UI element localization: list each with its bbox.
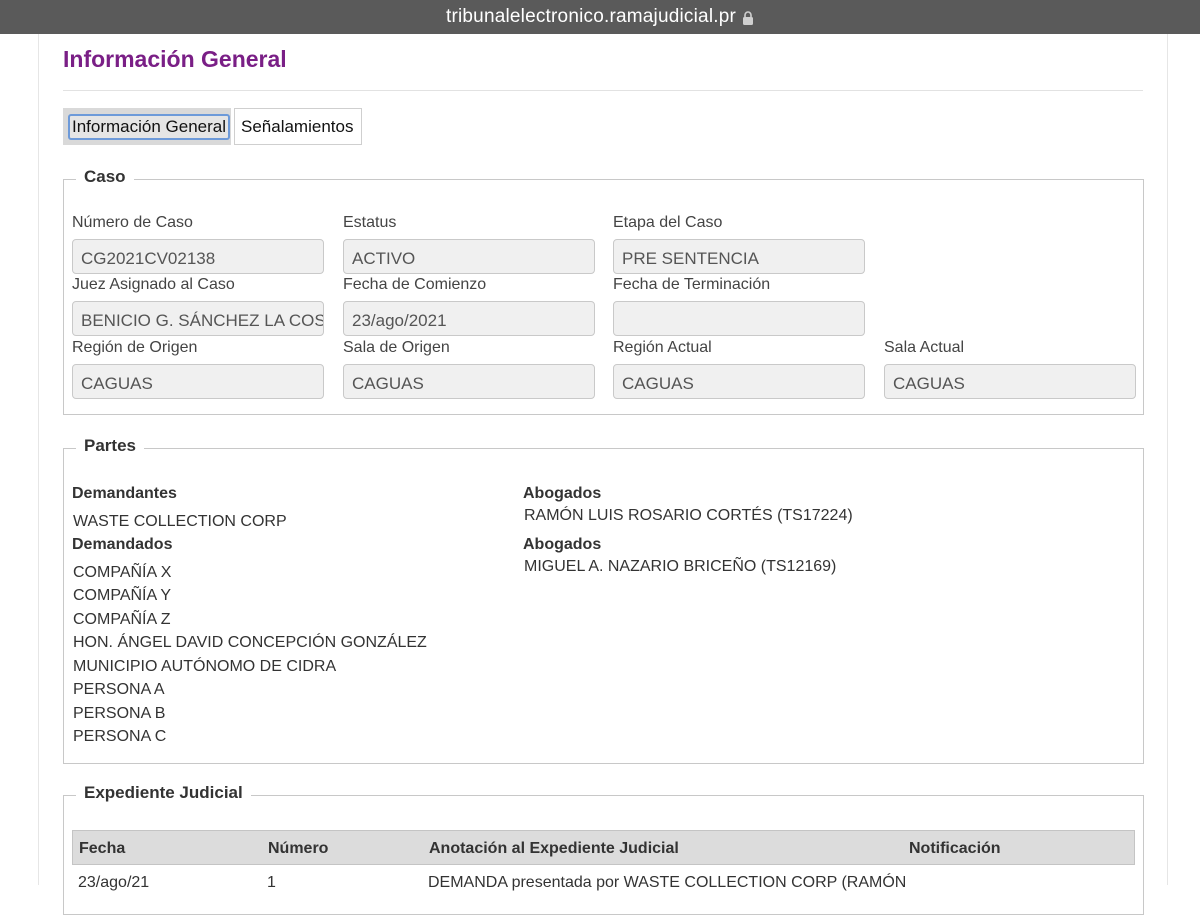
field-label: Sala Actual [884,339,965,356]
field-label: Región Actual [613,339,712,356]
tab-informacion-general[interactable]: Información General [63,108,231,145]
partes-legend: Partes [76,436,144,456]
cell-anotacion: DEMANDA presentada por WASTE COLLECTION … [428,874,907,891]
field-label: Fecha de Terminación [613,276,771,293]
etapa-caso-input[interactable]: PRE SENTENCIA [613,239,865,274]
lock-icon [742,11,754,25]
tab-senalamientos[interactable]: Señalamientos [234,108,362,145]
demandado-item: MUNICIPIO AUTÓNOMO DE CIDRA [73,658,337,675]
caso-fieldset: Caso Número de Caso CG2021CV02138 Estatu… [63,167,1144,415]
column-header-fecha[interactable]: Fecha [79,840,125,858]
fecha-terminacion-input[interactable] [613,301,865,336]
field-label: Fecha de Comienzo [343,276,487,293]
demandado-item: PERSONA A [73,681,165,698]
abogado-item: RAMÓN LUIS ROSARIO CORTÉS (TS17224) [524,507,853,524]
field-label: Etapa del Caso [613,214,723,231]
field-label: Estatus [343,214,397,231]
title-divider [63,90,1143,91]
sala-origen-input[interactable]: CAGUAS [343,364,595,399]
field-label: Sala de Origen [343,339,450,356]
field-label: Región de Origen [72,339,198,356]
browser-url-bar[interactable]: tribunalelectronico.ramajudicial.pr [0,0,1200,34]
field-label: Juez Asignado al Caso [72,276,235,293]
demandado-item: COMPAÑÍA Z [73,611,171,628]
column-header-numero[interactable]: Número [268,840,328,858]
demandado-item: HON. ÁNGEL DAVID CONCEPCIÓN GONZÁLEZ [73,634,427,651]
juez-asignado-input[interactable]: BENICIO G. SÁNCHEZ LA COSTA [72,301,324,336]
abogados-label: Abogados [523,536,602,553]
numero-caso-input[interactable]: CG2021CV02138 [72,239,324,274]
sala-actual-input[interactable]: CAGUAS [884,364,1136,399]
table-header: Fecha Número Anotación al Expediente Jud… [72,830,1135,865]
tab-label: Señalamientos [241,116,354,136]
estatus-input[interactable]: ACTIVO [343,239,595,274]
cell-numero: 1 [267,874,276,891]
caso-legend: Caso [76,167,134,187]
abogado-item: MIGUEL A. NAZARIO BRICEÑO (TS12169) [524,558,837,575]
cell-fecha: 23/ago/21 [78,874,150,891]
partes-fieldset: Partes Demandantes WASTE COLLECTION CORP… [63,436,1144,764]
region-actual-input[interactable]: CAGUAS [613,364,865,399]
column-header-anotacion[interactable]: Anotación al Expediente Judicial [429,840,679,858]
expediente-legend: Expediente Judicial [76,783,251,803]
tab-label: Información General [68,113,231,140]
url-text: tribunalelectronico.ramajudicial.pr [445,6,737,27]
demandados-label: Demandados [72,536,173,553]
expediente-fieldset: Expediente Judicial Fecha Número Anotaci… [63,783,1144,915]
demandante-item: WASTE COLLECTION CORP [73,513,287,530]
page-title: Información General [63,46,287,72]
column-header-notificacion[interactable]: Notificación [909,840,1001,858]
demandado-item: COMPAÑÍA X [73,564,172,581]
demandantes-label: Demandantes [72,485,177,502]
field-label: Número de Caso [72,214,193,231]
demandado-item: PERSONA C [73,728,167,745]
region-origen-input[interactable]: CAGUAS [72,364,324,399]
demandado-item: COMPAÑÍA Y [73,587,172,604]
fecha-comienzo-input[interactable]: 23/ago/2021 [343,301,595,336]
abogados-label: Abogados [523,485,602,502]
page-content: Información General Información General … [38,34,1168,915]
demandado-item: PERSONA B [73,705,166,722]
